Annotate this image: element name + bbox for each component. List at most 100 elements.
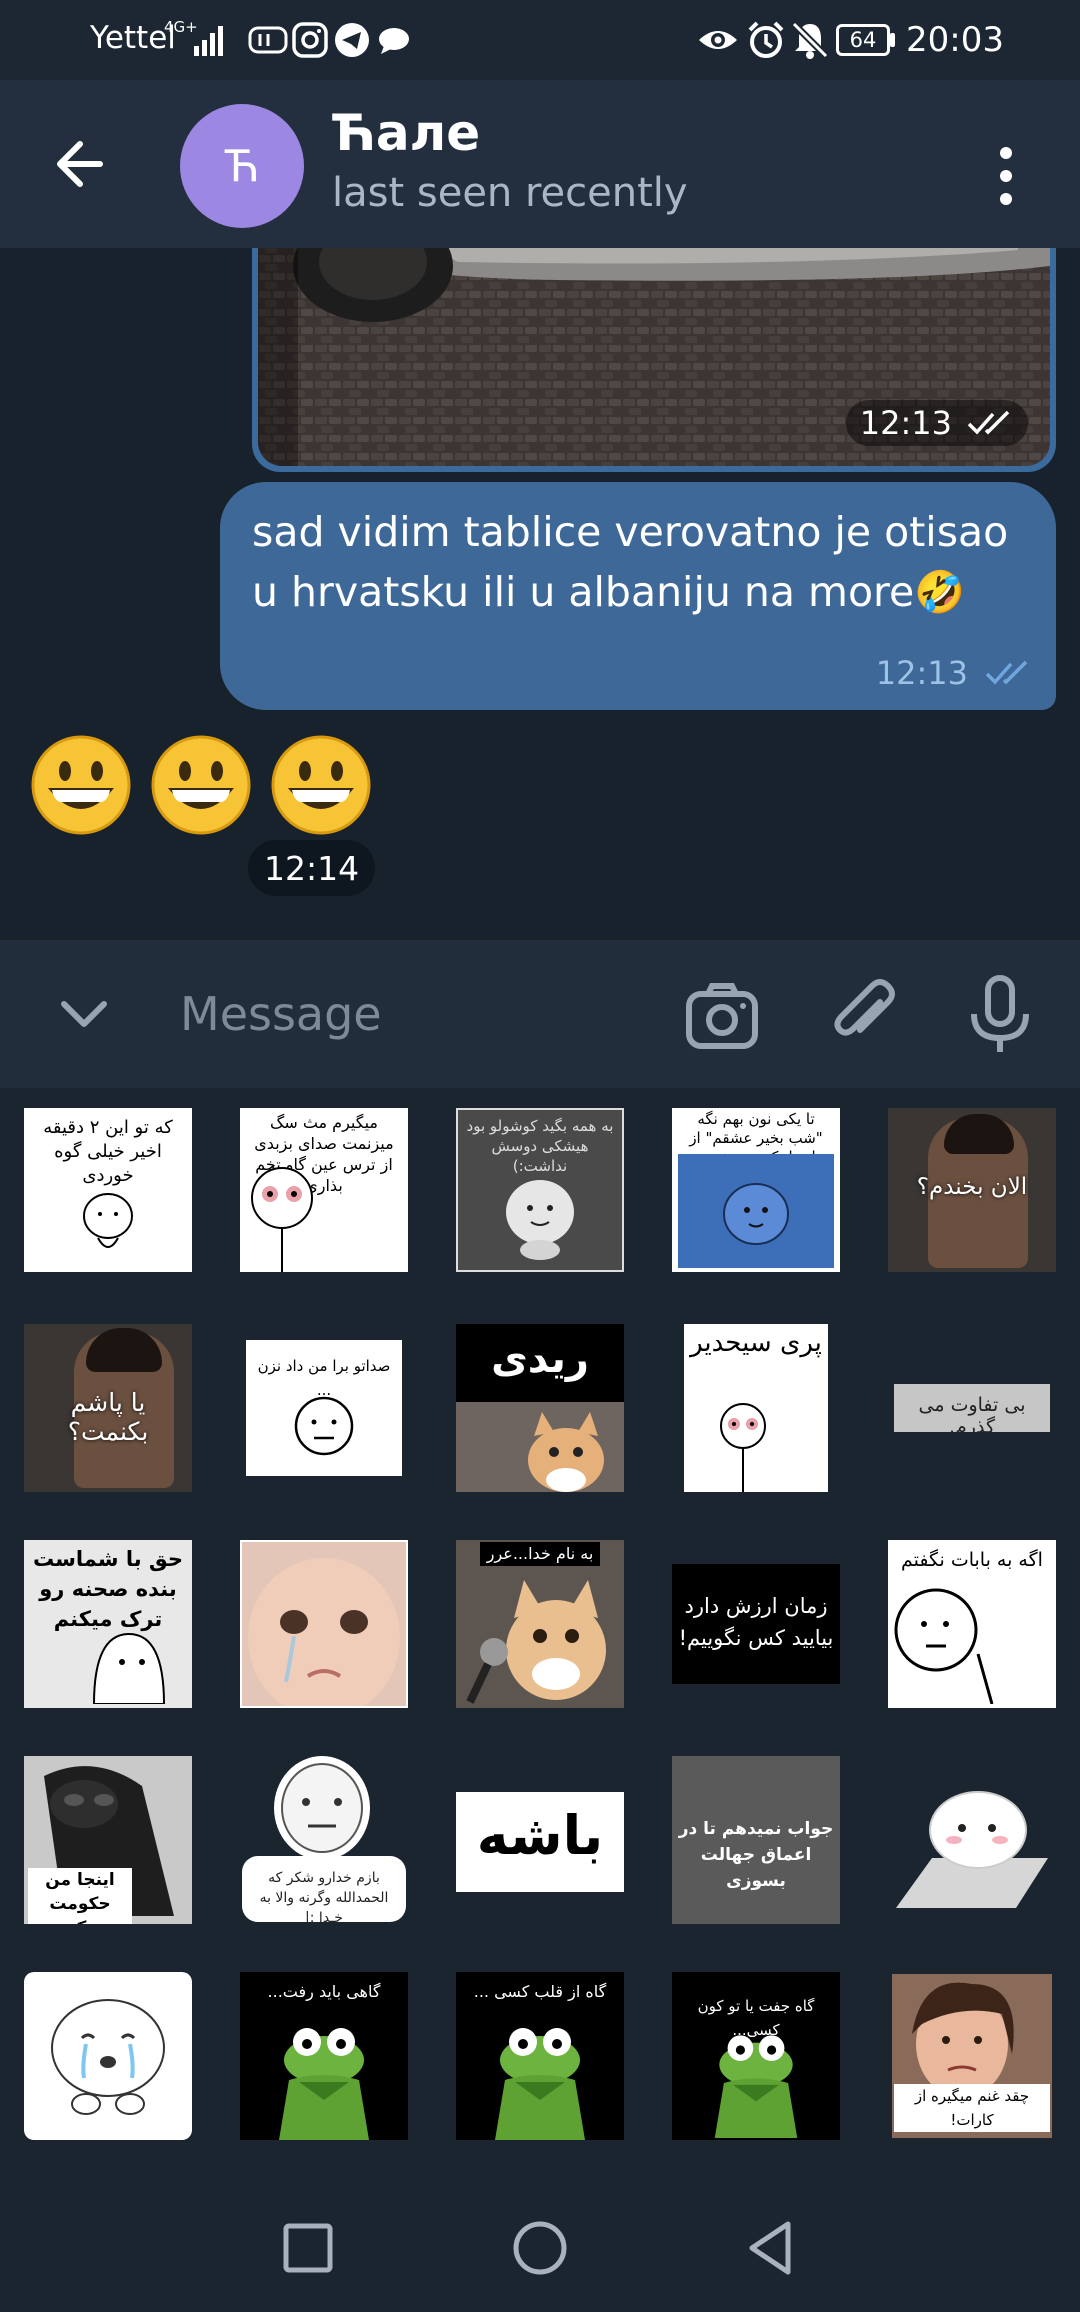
system-navigation-bar [0,2184,1080,2312]
sticker-caption: حق با شماست بنده صحنه رو ترک میکنم [33,1547,183,1631]
more-options-icon[interactable] [984,136,1028,216]
sticker[interactable]: باشه [456,1792,624,1892]
sticker[interactable]: تا یکی نون بهم نگه "شب بخیر عشقم" از این… [672,1108,840,1272]
status-bar: Yettel 4G+ 64 20:03 [0,0,1080,80]
chevron-down-icon[interactable] [52,986,116,1042]
sticker[interactable]: صداتو برا من داد نزن ... [246,1340,402,1476]
sticker[interactable]: زمان ارزش دارد بیایید کس نگوییم! [672,1564,840,1684]
hair-shape [944,1114,1014,1154]
outgoing-message[interactable]: sad vidim tablice verovatno je otisao u … [220,482,1056,710]
sticker-panel[interactable]: که تو این ۲ دقیقه اخیر خیلی گوه خوردی می… [0,1088,1080,2184]
sticker-caption: یا پاشم بکنمت؟ [67,1388,149,1446]
home-icon[interactable] [506,2214,574,2282]
sticker[interactable]: بازم خدارو شکر که الحمدالله وگرنه والا ب… [240,1756,408,1924]
recent-apps-icon[interactable] [274,2214,342,2282]
microphone-icon[interactable] [966,974,1034,1056]
sticker[interactable]: که تو این ۲ دقیقه اخیر خیلی گوه خوردی [24,1108,192,1272]
avatar[interactable]: Ћ [180,104,304,228]
back-arrow-icon[interactable] [44,124,124,204]
sticker-caption: به همه بگید کوشولو بود هیشکی دوسش نداشت:… [466,1117,614,1175]
stickman-image [720,1403,766,1492]
grinning-face-emoji [31,735,131,835]
blue-blob-image [723,1183,789,1245]
sticker[interactable]: اگه به بابات نگفتم [888,1540,1056,1708]
chat-bubble-icon [379,28,409,54]
hd-call-icon [248,26,288,54]
battery-level: 64 [849,28,877,52]
camera-icon[interactable] [684,980,760,1052]
blob-on-wall-image [896,1791,1048,1908]
chat-header: Ћ Ћале last seen recently [0,80,1080,248]
sticker[interactable]: بی تفاوت می گذرم. [894,1384,1050,1432]
sticker[interactable] [24,1972,192,2140]
sticker-caption: گاه از قلب کسی ... [473,1982,607,2001]
carrier-label: Yettel [90,20,176,56]
sticker[interactable]: الان بخندم؟ [888,1108,1056,1272]
kermit-frog-image [279,2028,369,2140]
sticker-caption: ریدی [491,1336,589,1382]
sticker-caption: جواب نمیدهم تا در اعماق جهالت بسوزی [678,1819,834,1891]
kermit-frog-image [495,2028,585,2140]
photo-message[interactable]: 12:13 [252,248,1056,472]
sticker[interactable]: چقد غنم میگیره از کارات! [892,1974,1052,2138]
sticker[interactable]: ریدی [456,1324,624,1492]
double-check-icon [985,660,1028,685]
cat-image [528,1412,604,1492]
paperclip-icon[interactable] [828,976,900,1052]
sticker[interactable] [240,1540,408,1708]
sticker[interactable]: گاهی باید رفت... [240,1972,408,2140]
sticker-caption: زمان ارزش دارد بیایید کس نگوییم! [678,1594,834,1650]
crying-blob-image [51,1999,165,2115]
battery-indicator: 64 [836,24,890,56]
sticker-caption: که تو این ۲ دقیقه اخیر خیلی گوه خوردی [43,1117,173,1186]
mute-bell-icon [791,21,829,59]
alarm-icon [748,21,784,58]
sticker[interactable] [892,1788,1052,1908]
sticker-caption: اگه به بابات نگفتم [901,1549,1043,1571]
cat-image [506,1580,606,1700]
chat-title[interactable]: Ћале [332,104,480,162]
message-time-label: 12:13 [875,654,968,692]
sticker-caption: الان بخندم؟ [916,1174,1028,1200]
sticker-caption: پری سیحدیر [690,1328,822,1358]
sticker-caption: بازم خدارو شکر که الحمدالله وگرنه والا ب… [259,1870,389,1924]
sticker[interactable]: یا پاشم بکنمت؟ [24,1324,192,1492]
last-seen-status: last seen recently [332,170,688,216]
double-check-icon [967,410,1010,435]
signal-icon [194,26,223,56]
photo-timestamp: 12:13 [845,400,1028,446]
sticker-caption: گاهی باید رفت... [267,1982,381,2001]
sticker[interactable]: حق با شماست بنده صحنه رو ترک میکنم [24,1540,192,1708]
message-list[interactable]: 12:13 sad vidim tablice verovatno je oti… [0,248,1080,940]
sticker[interactable]: گاه از قلب کسی ... [456,1972,624,2140]
sticker[interactable]: به همه بگید کوشولو بود هیشکی دوسش نداشت:… [456,1108,624,1272]
eye-icon [699,31,737,49]
emoji-message[interactable] [30,734,372,836]
stickman-image [251,1167,313,1272]
message-input[interactable] [180,978,640,1050]
sticker[interactable]: گاه جفت یا تو کون کسی... [672,1972,840,2140]
stickman-image [894,1588,994,1704]
stickman-face-image [294,1396,354,1456]
sticker-caption: چقد غنم میگیره از کارات! [894,2084,1050,2132]
blob-character-image [83,1193,133,1248]
back-triangle-icon[interactable] [738,2214,806,2282]
sticker[interactable]: پری سیحدیر [684,1324,828,1492]
sticker-caption: باشه [476,1804,604,1867]
sticker[interactable]: به نام خدا...عرر [456,1540,624,1708]
grinning-face-emoji [151,735,251,835]
message-composer [0,940,1080,1088]
telegram-icon [335,23,369,57]
sticker-caption: به نام خدا...عرر [480,1542,600,1566]
sad-blob-image [506,1180,574,1260]
emoji-timestamp: 12:14 [248,840,376,896]
photo-content: 12:13 [258,248,1050,466]
photo-time-label: 12:13 [859,404,952,442]
sticker[interactable]: اینجا من حکومت میکنم [24,1756,192,1924]
kermit-frog-image [714,2035,798,2138]
message-text: sad vidim tablice verovatno je otisao u … [252,508,1009,616]
sticker-caption: اینجا من حکومت میکنم [28,1868,132,1924]
sticker[interactable]: جواب نمیدهم تا در اعماق جهالت بسوزی [672,1756,840,1924]
crying-baby-image [248,1558,400,1706]
sticker[interactable]: میگیرم مث سگ میزنمت صدای بزبدی از ترس عی… [240,1108,408,1272]
